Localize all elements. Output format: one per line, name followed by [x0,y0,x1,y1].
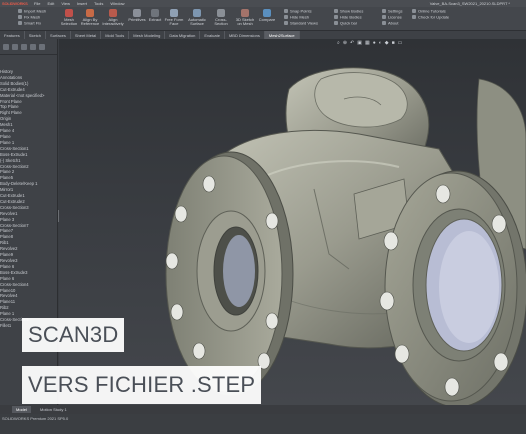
import-mesh-button[interactable]: Import Mesh [18,9,46,14]
document-title: Valve_BA-Scan3_SW2021_20210.SLDPRT * [429,1,510,6]
tab-sketch[interactable]: Sketch [25,31,47,39]
panel-toolbar [0,39,57,55]
menu-tools[interactable]: Tools [94,1,103,6]
fix-mesh-button[interactable]: Fix Mesh [18,15,40,20]
title-bar: SOLIDWORKS File Edit View Insert Tools W… [0,0,526,7]
menu-bar: File Edit View Insert Tools Window [34,1,125,6]
show-bodies-icon [334,9,338,13]
display-manager-icon[interactable] [39,43,45,50]
mesh-selection-button[interactable]: Mesh Selection [60,9,78,26]
dimxpert-icon[interactable] [30,43,36,50]
feature-tree: History Annotations Solid Bodies(1) Cut-Ext… [0,55,57,329]
status-bar: SOLIDWORKS Premium 2021 SP5.0 [0,414,526,434]
ribbon-toolbar: Import Mesh Fix Mesh Smart Fix Mesh Sele… [0,7,526,31]
command-manager-tabs: Features Sketch Surfaces Sheet Metal Mol… [0,31,526,39]
tab-mbd-dimensions[interactable]: MBD Dimensions [225,31,265,39]
tutorial-icon [412,9,416,13]
align-interactive-icon [109,9,117,17]
update-icon [412,15,416,19]
primitives-icon [133,9,141,17]
tab-mold-tools[interactable]: Mold Tools [101,31,130,39]
tab-mesh-modeling[interactable]: Mesh Modeling [129,31,166,39]
menu-view[interactable]: View [61,1,70,6]
online-tutorials-button[interactable]: Online Tutorials [412,9,446,14]
hide-bodies-icon [334,15,338,19]
import-icon [18,9,22,13]
extract-button[interactable]: Extract [148,9,162,22]
tab-model[interactable]: Model [12,406,31,413]
views-icon [284,21,288,25]
graphics-viewport[interactable]: ⌕ ⊕ ↶ ▣ ▦ ● ◐ ◆ ■ ▭ [59,39,526,405]
snap-icon [284,9,288,13]
tab-data-migration[interactable]: Data Migration [165,31,201,39]
status-text: SOLIDWORKS Premium 2021 SP5.0 [2,416,69,421]
settings-button[interactable]: Settings [382,9,402,14]
cross-section-icon [217,9,225,17]
left-flange [165,151,294,397]
snap-points-button[interactable]: Snap Points [284,9,312,14]
primitives-button[interactable]: Primitives [128,9,146,22]
app-logo: SOLIDWORKS [2,1,28,6]
valve-body-model[interactable] [59,39,526,405]
3d-sketch-on-mesh-button[interactable]: 3D Sketch on Mesh [234,9,256,26]
caption-step-file: VERS FICHIER .STEP [22,366,262,404]
menu-file[interactable]: File [34,1,40,6]
gear-icon [382,9,386,13]
align-by-reference-button[interactable]: Align By Reference [80,9,100,26]
info-icon [382,21,386,25]
free-form-icon [170,9,178,17]
configuration-icon[interactable] [21,43,27,50]
hide-mesh-icon [284,15,288,19]
smart-fix-icon [18,21,22,25]
mesh-selection-icon [65,9,73,17]
fix-icon [18,15,22,19]
compare-button[interactable]: Compare [258,9,276,22]
feature-tree-icon[interactable] [3,43,9,50]
auto-surface-icon [193,9,201,17]
compare-icon [263,9,271,17]
tab-evaluate[interactable]: Evaluate [200,31,225,39]
free-form-face-button[interactable]: Free Form Face [164,9,184,26]
tab-sheet-metal[interactable]: Sheet Metal [71,31,102,39]
cross-section-button[interactable]: Cross-Section [210,9,232,26]
tab-surfaces[interactable]: Surfaces [46,31,71,39]
hide-bodies-button[interactable]: Hide Bodies [334,15,362,20]
menu-window[interactable]: Window [110,1,124,6]
caption-scan3d: SCAN3D [22,318,125,352]
tab-features[interactable]: Features [0,31,25,39]
quick-bar-button[interactable]: Quick bar [334,21,357,26]
bottom-tab-bar: Model Motion Study 1 [0,405,526,414]
license-button[interactable]: License [382,15,402,20]
sketch-icon [241,9,249,17]
standard-views-button[interactable]: Standard Views [284,21,318,26]
tab-motion-study[interactable]: Motion Study 1 [36,406,71,413]
license-icon [382,15,386,19]
menu-edit[interactable]: Edit [47,1,54,6]
align-icon [86,9,94,17]
tab-mesh2surface[interactable]: Mesh2Surface [264,31,300,39]
extract-icon [151,9,159,17]
smart-fix-button[interactable]: Smart Fix [18,21,41,26]
show-bodies-button[interactable]: Show Bodies [334,9,363,14]
check-update-button[interactable]: Check for Update [412,15,449,20]
quick-bar-icon [334,21,338,25]
about-button[interactable]: About [382,21,398,26]
automatic-surface-button[interactable]: Automatic Surface [186,9,208,26]
menu-insert[interactable]: Insert [77,1,87,6]
property-manager-icon[interactable] [12,43,18,50]
align-interactively-button[interactable]: Align Interactively [102,9,124,26]
hide-mesh-button[interactable]: Hide Mesh [284,15,309,20]
